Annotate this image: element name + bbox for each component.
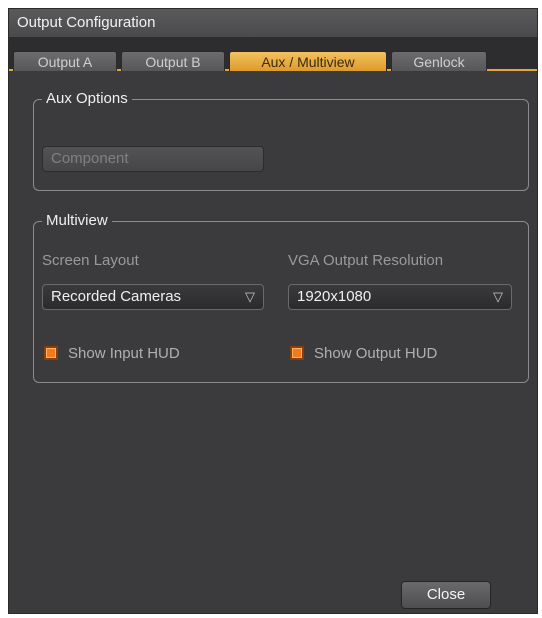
checkbox-checked-icon[interactable] <box>44 346 58 360</box>
screen-layout-value: Recorded Cameras <box>51 288 182 305</box>
tab-genlock[interactable]: Genlock <box>391 51 487 71</box>
tab-strip: Output A Output B Aux / Multiview Genloc… <box>9 37 537 71</box>
output-configuration-dialog: Output Configuration Output A Output B A… <box>8 8 538 614</box>
multiview-title: Multiview <box>42 212 112 230</box>
screen-layout-label: Screen Layout <box>42 252 139 269</box>
window-title: Output Configuration <box>9 9 537 37</box>
vga-resolution-dropdown[interactable]: 1920x1080 ▽ <box>288 284 512 310</box>
dropdown-triangle-icon: ▽ <box>493 289 503 304</box>
vga-resolution-label: VGA Output Resolution <box>288 252 444 269</box>
checkbox-checked-icon[interactable] <box>290 346 304 360</box>
aux-options-group: Aux Options Component <box>33 90 529 191</box>
tab-aux-multiview[interactable]: Aux / Multiview <box>229 51 387 71</box>
screen-layout-dropdown[interactable]: Recorded Cameras ▽ <box>42 284 264 310</box>
multiview-group: Multiview Screen Layout Recorded Cameras… <box>33 212 529 383</box>
component-button[interactable]: Component <box>42 146 264 172</box>
tab-output-b[interactable]: Output B <box>121 51 225 71</box>
vga-resolution-value: 1920x1080 <box>297 288 372 305</box>
close-button[interactable]: Close <box>401 581 491 609</box>
show-input-hud-checkbox[interactable]: Show Input HUD <box>44 344 224 364</box>
tab-output-a[interactable]: Output A <box>13 51 117 71</box>
show-output-hud-checkbox[interactable]: Show Output HUD <box>290 344 480 364</box>
aux-options-title: Aux Options <box>42 90 132 108</box>
show-output-hud-label: Show Output HUD <box>314 345 438 362</box>
dropdown-triangle-icon: ▽ <box>245 289 255 304</box>
show-input-hud-label: Show Input HUD <box>68 345 180 362</box>
